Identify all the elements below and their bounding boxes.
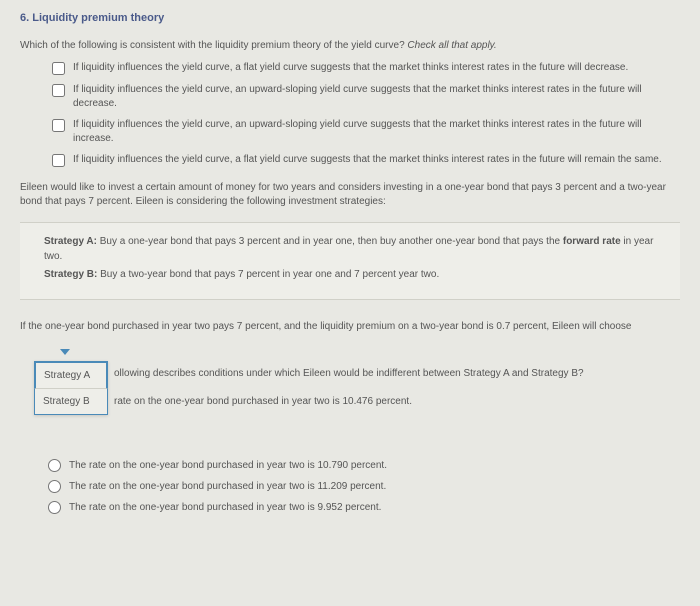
prompt-hint: Check all that apply. [407, 40, 496, 51]
checkbox-input[interactable] [52, 154, 65, 167]
radio-label: The rate on the one-year bond purchased … [69, 481, 386, 492]
chevron-down-icon[interactable] [60, 349, 70, 355]
question-number: 6. [20, 12, 29, 24]
radio-input[interactable] [48, 459, 61, 472]
question-title: 6. Liquidity premium theory [20, 12, 680, 24]
strategy-a-bold: forward rate [563, 236, 621, 247]
checkbox-option[interactable]: If liquidity influences the yield curve,… [52, 83, 680, 110]
checkbox-input[interactable] [52, 119, 65, 132]
strategy-b: Strategy B: Buy a two-year bond that pay… [44, 268, 656, 283]
checkbox-option[interactable]: If liquidity influences the yield curve,… [52, 61, 680, 75]
beside-dropdown-text: ollowing describes conditions under whic… [114, 347, 680, 409]
radio-option[interactable]: The rate on the one-year bond purchased … [48, 480, 680, 493]
dropdown-option-b[interactable]: Strategy B [35, 389, 107, 414]
radio-list: The rate on the one-year bond purchased … [48, 459, 680, 514]
strategy-dropdown[interactable]: Strategy A Strategy B [34, 361, 108, 415]
checkbox-label: If liquidity influences the yield curve,… [73, 61, 628, 75]
checkbox-label: If liquidity influences the yield curve,… [73, 118, 680, 145]
radio-option[interactable]: The rate on the one-year bond purchased … [48, 459, 680, 472]
dropdown-region: Strategy A Strategy B ollowing describes… [20, 347, 680, 409]
fill-prompt: If the one-year bond purchased in year t… [20, 320, 680, 334]
question-prompt: Which of the following is consistent wit… [20, 40, 680, 51]
dropdown-option-a[interactable]: Strategy A [34, 361, 108, 389]
checkbox-input[interactable] [52, 84, 65, 97]
strategy-b-label: Strategy B: [44, 269, 97, 280]
strategy-a-text: Buy a one-year bond that pays 3 percent … [97, 236, 563, 247]
strategy-b-text: Buy a two-year bond that pays 7 percent … [97, 269, 439, 280]
scenario-text: Eileen would like to invest a certain am… [20, 181, 680, 208]
beside-line-2: rate on the one-year bond purchased in y… [114, 395, 680, 409]
radio-label: The rate on the one-year bond purchased … [69, 460, 387, 471]
prompt-text: Which of the following is consistent wit… [20, 40, 405, 51]
radio-input[interactable] [48, 480, 61, 493]
checkbox-input[interactable] [52, 62, 65, 75]
strategy-a-label: Strategy A: [44, 236, 97, 247]
checkbox-list: If liquidity influences the yield curve,… [20, 61, 680, 167]
strategy-box: Strategy A: Buy a one-year bond that pay… [20, 222, 680, 300]
radio-input[interactable] [48, 501, 61, 514]
radio-label: The rate on the one-year bond purchased … [69, 502, 381, 513]
strategy-a: Strategy A: Buy a one-year bond that pay… [44, 235, 656, 264]
radio-option[interactable]: The rate on the one-year bond purchased … [48, 501, 680, 514]
checkbox-option[interactable]: If liquidity influences the yield curve,… [52, 153, 680, 167]
question-title-text: Liquidity premium theory [32, 12, 164, 24]
checkbox-label: If liquidity influences the yield curve,… [73, 83, 680, 110]
checkbox-label: If liquidity influences the yield curve,… [73, 153, 662, 167]
beside-line-1: ollowing describes conditions under whic… [114, 367, 680, 381]
checkbox-option[interactable]: If liquidity influences the yield curve,… [52, 118, 680, 145]
